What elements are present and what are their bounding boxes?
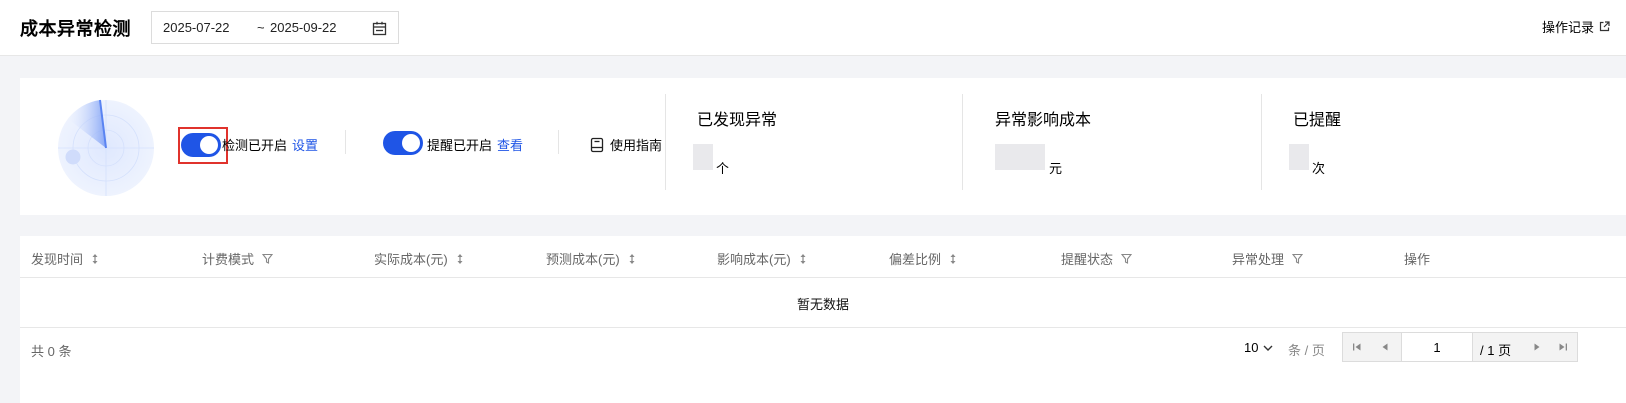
date-separator: ~ xyxy=(257,20,265,35)
pager: 1 / 1 页 xyxy=(1342,332,1578,362)
column-label: 操作 xyxy=(1404,252,1431,267)
stat-anomalies-unit: 个 xyxy=(716,161,730,176)
last-page-button[interactable] xyxy=(1549,333,1577,361)
filter-icon[interactable] xyxy=(1292,253,1304,264)
column-label: 异常处理 xyxy=(1232,252,1285,267)
sort-icon[interactable] xyxy=(949,253,957,265)
column-label: 影响成本(元) xyxy=(717,252,791,267)
column-label: 发现时间 xyxy=(31,252,84,267)
date-start[interactable]: 2025-07-22 xyxy=(163,20,230,35)
filter-icon[interactable] xyxy=(1121,253,1133,264)
prev-page-button[interactable] xyxy=(1371,333,1399,361)
column-header[interactable]: 预测成本(元) xyxy=(546,249,636,268)
divider xyxy=(558,130,559,154)
sort-icon[interactable] xyxy=(91,253,99,265)
divider xyxy=(962,94,963,190)
page-size-select[interactable]: 10 xyxy=(1244,340,1273,355)
filter-icon[interactable] xyxy=(262,253,274,264)
stat-cost-impact-value xyxy=(995,144,1045,170)
column-label: 实际成本(元) xyxy=(374,252,448,267)
column-header[interactable]: 发现时间 xyxy=(31,249,99,268)
external-link-icon xyxy=(1599,21,1610,32)
date-range-picker[interactable]: 2025-07-22 ~ 2025-09-22 xyxy=(151,11,399,44)
column-header[interactable]: 异常处理 xyxy=(1232,249,1304,268)
divider xyxy=(665,94,666,190)
stat-anomalies-value xyxy=(693,144,713,170)
op-record-link[interactable]: 操作记录 xyxy=(1542,17,1610,36)
reminder-label: 提醒已开启 xyxy=(427,138,493,153)
chevron-left-icon xyxy=(1382,343,1388,351)
stat-reminded-label: 已提醒 xyxy=(1293,112,1342,129)
page-number-input[interactable]: 1 xyxy=(1401,332,1473,362)
stat-reminded-unit: 次 xyxy=(1312,161,1326,176)
divider xyxy=(1261,94,1262,190)
chevron-right-icon xyxy=(1534,343,1540,351)
table-header: 发现时间 计费模式 实际成本(元) 预测成本(元) 影响成本(元) 偏差比例 提… xyxy=(20,236,1626,278)
radar-icon xyxy=(58,99,154,196)
overview-card: 检测已开启 设置 提醒已开启 查看 使用指南 已发现异常 个 异常影响成本 元 … xyxy=(20,78,1626,215)
column-header[interactable]: 偏差比例 xyxy=(889,249,957,268)
column-header[interactable]: 提醒状态 xyxy=(1061,249,1133,268)
user-guide-link[interactable]: 使用指南 xyxy=(590,135,662,154)
total-count: 共 0 条 xyxy=(31,344,72,359)
stat-cost-impact-unit: 元 xyxy=(1049,161,1063,176)
toggle-highlight-box xyxy=(178,127,228,164)
column-label: 预测成本(元) xyxy=(546,252,620,267)
column-header[interactable]: 计费模式 xyxy=(202,249,274,268)
settings-link[interactable]: 设置 xyxy=(292,135,318,154)
empty-row: 暂无数据 xyxy=(20,278,1626,328)
chevron-down-icon xyxy=(1263,345,1273,351)
stat-anomalies-label: 已发现异常 xyxy=(697,112,778,129)
book-icon xyxy=(590,137,604,152)
sort-icon[interactable] xyxy=(628,253,636,265)
top-bar: 成本异常检测 2025-07-22 ~ 2025-09-22 操作记录 xyxy=(0,0,1626,56)
page-total: / 1 页 xyxy=(1480,343,1512,358)
anomaly-table: 发现时间 计费模式 实际成本(元) 预测成本(元) 影响成本(元) 偏差比例 提… xyxy=(20,236,1626,403)
divider xyxy=(345,130,346,154)
column-label: 提醒状态 xyxy=(1061,252,1114,267)
detection-label: 检测已开启 xyxy=(222,138,288,153)
calendar-icon[interactable] xyxy=(372,21,387,36)
first-page-button[interactable] xyxy=(1343,333,1371,361)
view-link[interactable]: 查看 xyxy=(497,135,523,154)
user-guide-label: 使用指南 xyxy=(610,138,663,153)
column-header: 操作 xyxy=(1404,249,1430,268)
column-label: 偏差比例 xyxy=(889,252,942,267)
column-header[interactable]: 实际成本(元) xyxy=(374,249,464,268)
first-page-icon xyxy=(1353,343,1361,351)
sort-icon[interactable] xyxy=(456,253,464,265)
last-page-icon xyxy=(1559,343,1567,351)
date-end[interactable]: 2025-09-22 xyxy=(270,20,337,35)
stat-reminded-value xyxy=(1289,144,1309,170)
reminder-toggle[interactable] xyxy=(383,131,423,155)
page-size-value: 10 xyxy=(1244,340,1259,355)
column-label: 计费模式 xyxy=(202,252,255,267)
per-page-label: 条 / 页 xyxy=(1288,343,1325,358)
next-page-button[interactable] xyxy=(1523,333,1551,361)
empty-text: 暂无数据 xyxy=(796,297,849,312)
column-header[interactable]: 影响成本(元) xyxy=(717,249,807,268)
op-record-label: 操作记录 xyxy=(1541,20,1594,35)
page-title: 成本异常检测 xyxy=(20,19,131,39)
sort-icon[interactable] xyxy=(799,253,807,265)
stat-cost-impact-label: 异常影响成本 xyxy=(995,112,1092,129)
